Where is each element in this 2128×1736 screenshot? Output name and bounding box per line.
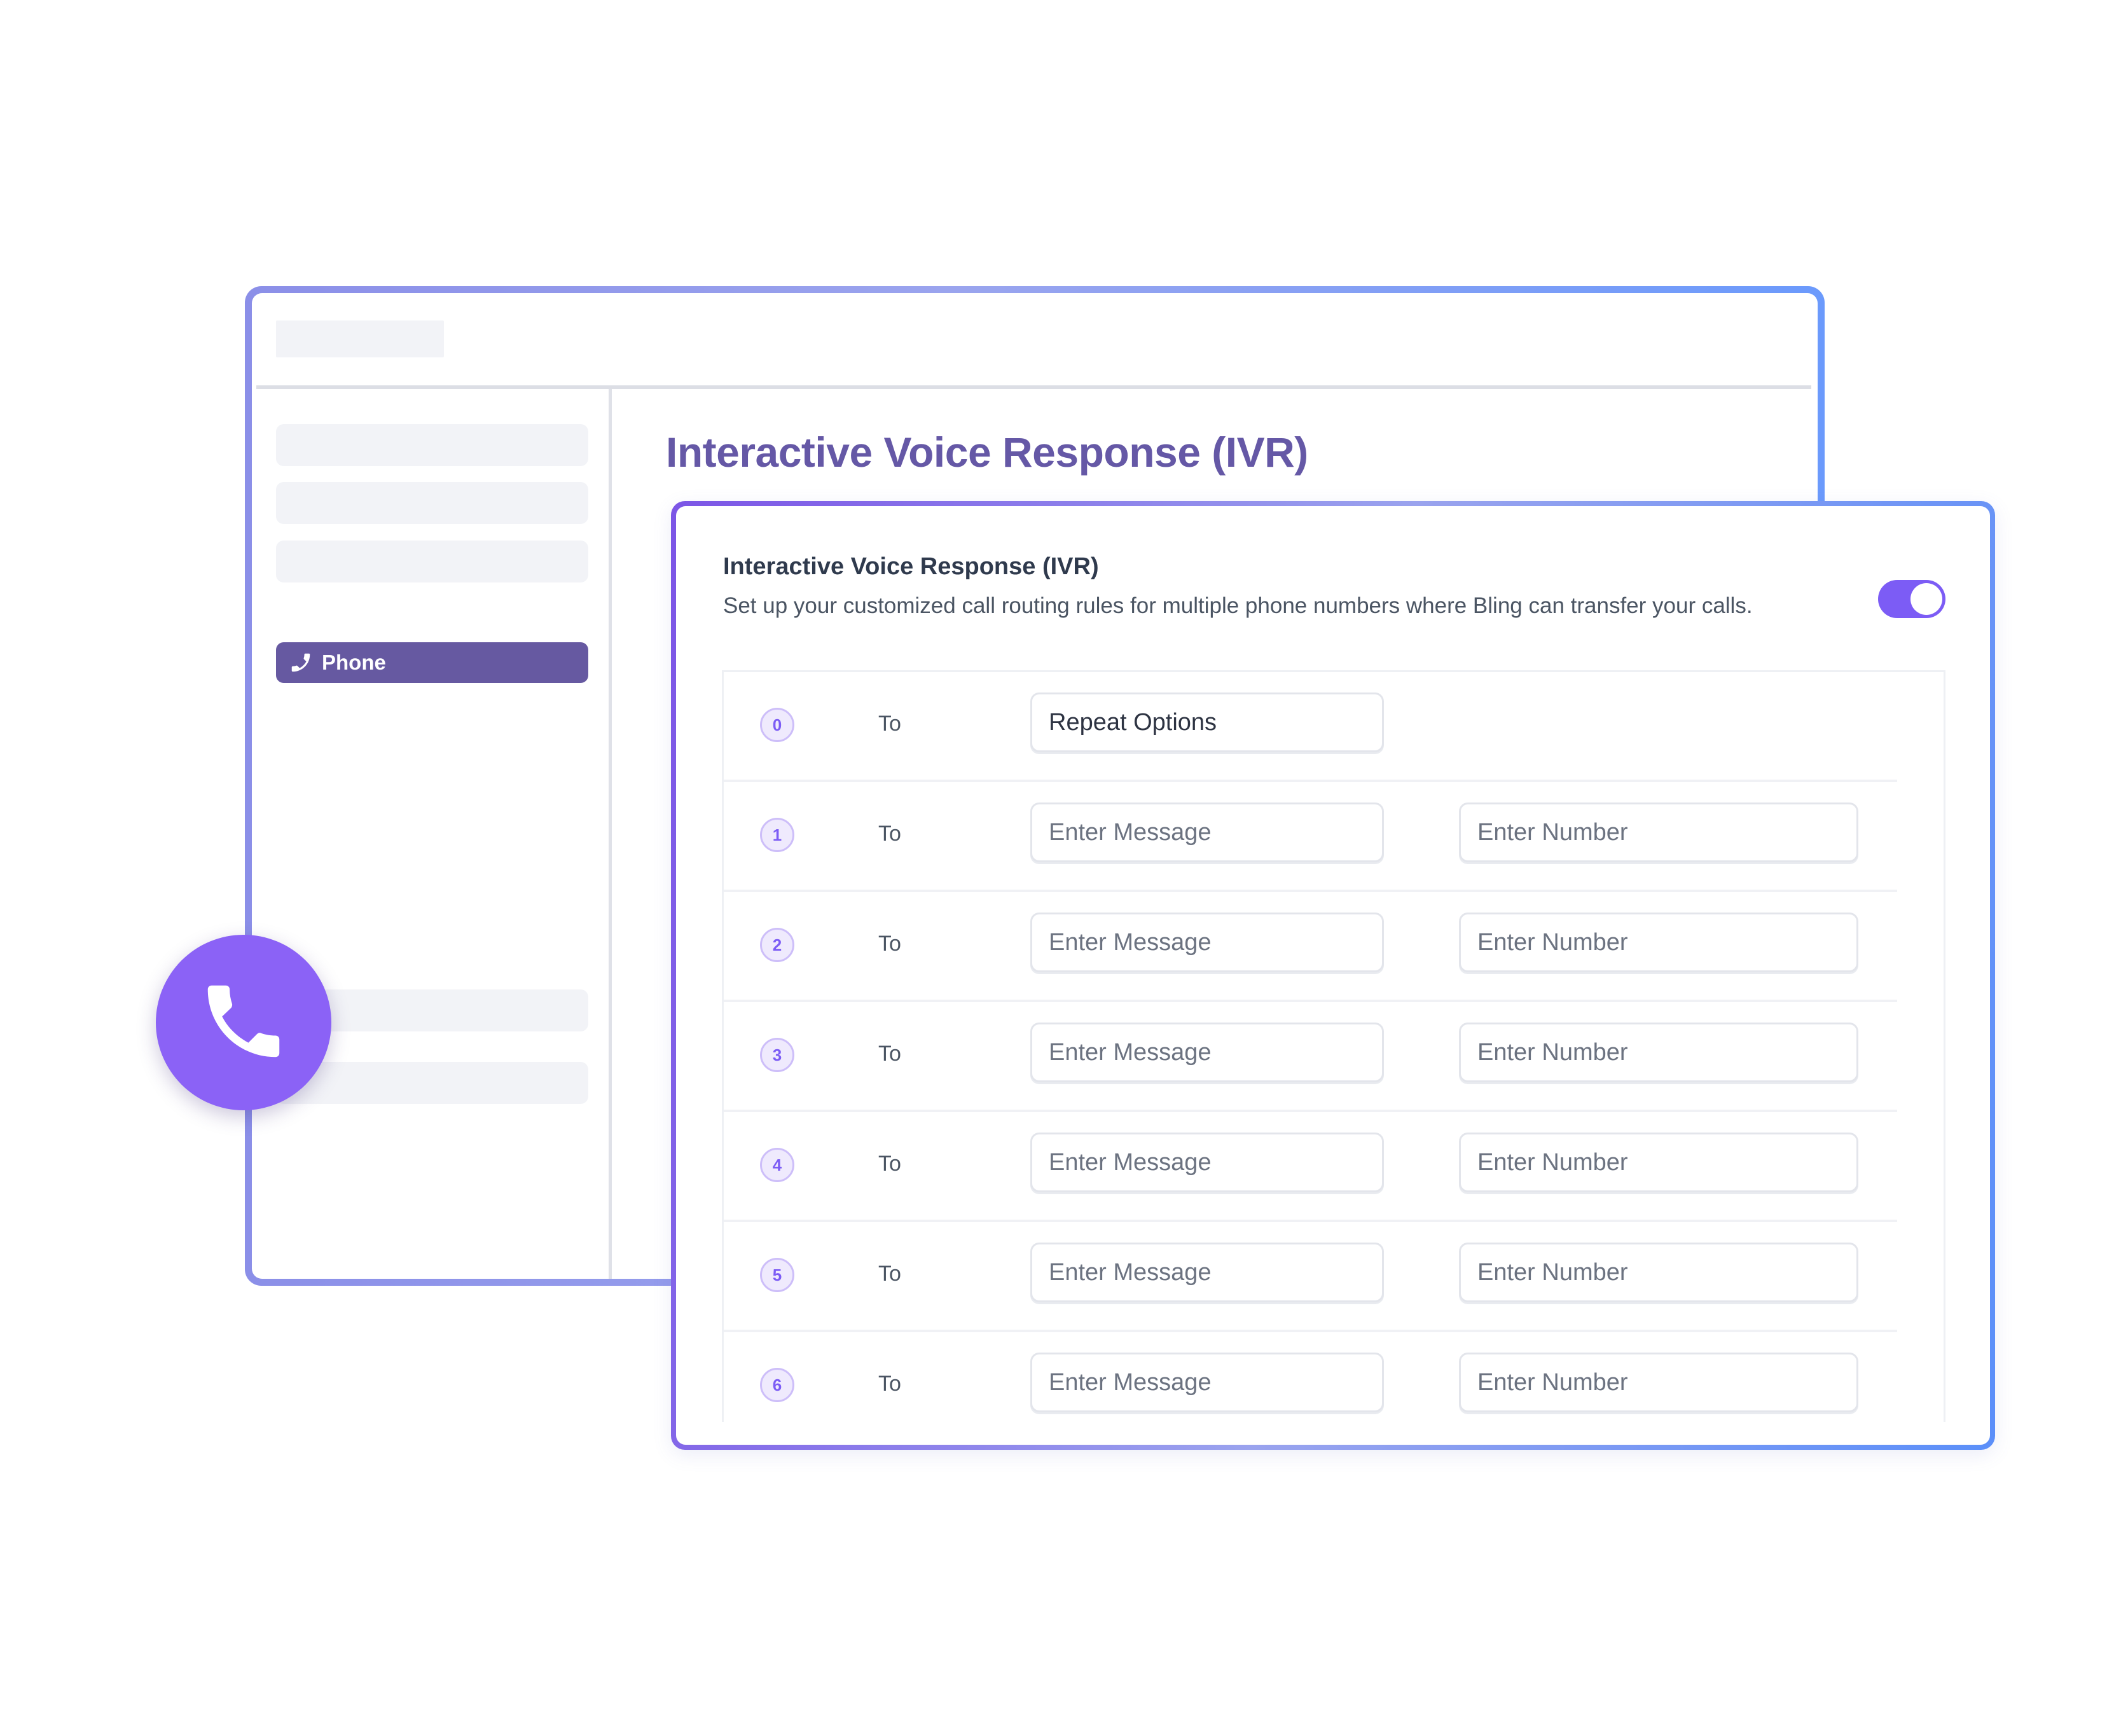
row-key-badge: 1 xyxy=(760,818,794,852)
ivr-card-description: Set up your customized call routing rule… xyxy=(723,593,1753,618)
message-input[interactable] xyxy=(1030,803,1384,862)
number-input[interactable] xyxy=(1459,1023,1858,1082)
row-to-label: To xyxy=(878,712,901,736)
sidebar-item-placeholder-6[interactable] xyxy=(276,1062,588,1104)
sidebar-divider xyxy=(609,389,612,1279)
phone-badge xyxy=(156,935,331,1110)
ivr-settings-card: Interactive Voice Response (IVR) Set up … xyxy=(671,501,1995,1450)
row-key-badge: 5 xyxy=(760,1258,794,1292)
ivr-card-content: Interactive Voice Response (IVR) Set up … xyxy=(676,506,1990,1445)
sidebar-item-placeholder-2[interactable] xyxy=(276,482,588,524)
sidebar-item-placeholder-3[interactable] xyxy=(276,541,588,582)
ivr-row: 4 To xyxy=(724,1112,1897,1222)
ivr-enable-toggle[interactable] xyxy=(1878,580,1945,618)
number-input[interactable] xyxy=(1459,1353,1858,1412)
row-key-badge: 0 xyxy=(760,708,794,742)
number-input[interactable] xyxy=(1459,1133,1858,1192)
row-to-label: To xyxy=(878,1042,901,1066)
row-to-label: To xyxy=(878,1372,901,1396)
message-input[interactable] xyxy=(1030,692,1384,752)
toggle-knob xyxy=(1910,583,1942,615)
message-input[interactable] xyxy=(1030,1243,1384,1302)
page-title: Interactive Voice Response (IVR) xyxy=(666,429,1308,476)
row-key-badge: 6 xyxy=(760,1368,794,1402)
ivr-row: 5 To xyxy=(724,1222,1897,1332)
message-input[interactable] xyxy=(1030,913,1384,972)
ivr-row: 3 To xyxy=(724,1002,1897,1112)
number-input[interactable] xyxy=(1459,1243,1858,1302)
ivr-routing-table: 0 To 1 To 2 To 3 To xyxy=(722,670,1945,1422)
message-input[interactable] xyxy=(1030,1133,1384,1192)
phone-icon xyxy=(289,651,313,675)
ivr-row: 6 To xyxy=(724,1332,1897,1442)
row-to-label: To xyxy=(878,822,901,846)
row-to-label: To xyxy=(878,1262,901,1286)
row-key-badge: 3 xyxy=(760,1038,794,1072)
sidebar-item-label: Phone xyxy=(322,651,386,674)
row-to-label: To xyxy=(878,1152,901,1176)
number-input[interactable] xyxy=(1459,803,1858,862)
message-input[interactable] xyxy=(1030,1023,1384,1082)
ivr-card-title: Interactive Voice Response (IVR) xyxy=(723,553,1099,580)
ivr-row: 2 To xyxy=(724,892,1897,1002)
number-input[interactable] xyxy=(1459,913,1858,972)
message-input[interactable] xyxy=(1030,1353,1384,1412)
row-key-badge: 2 xyxy=(760,928,794,962)
header-divider xyxy=(256,385,1811,389)
phone-icon xyxy=(196,974,291,1072)
ivr-row: 1 To xyxy=(724,782,1897,892)
sidebar-item-phone[interactable]: Phone xyxy=(276,642,588,683)
ivr-row: 0 To xyxy=(724,672,1897,782)
row-key-badge: 4 xyxy=(760,1148,794,1182)
row-to-label: To xyxy=(878,932,901,956)
sidebar-item-placeholder-1[interactable] xyxy=(276,424,588,466)
header-placeholder xyxy=(276,320,444,357)
